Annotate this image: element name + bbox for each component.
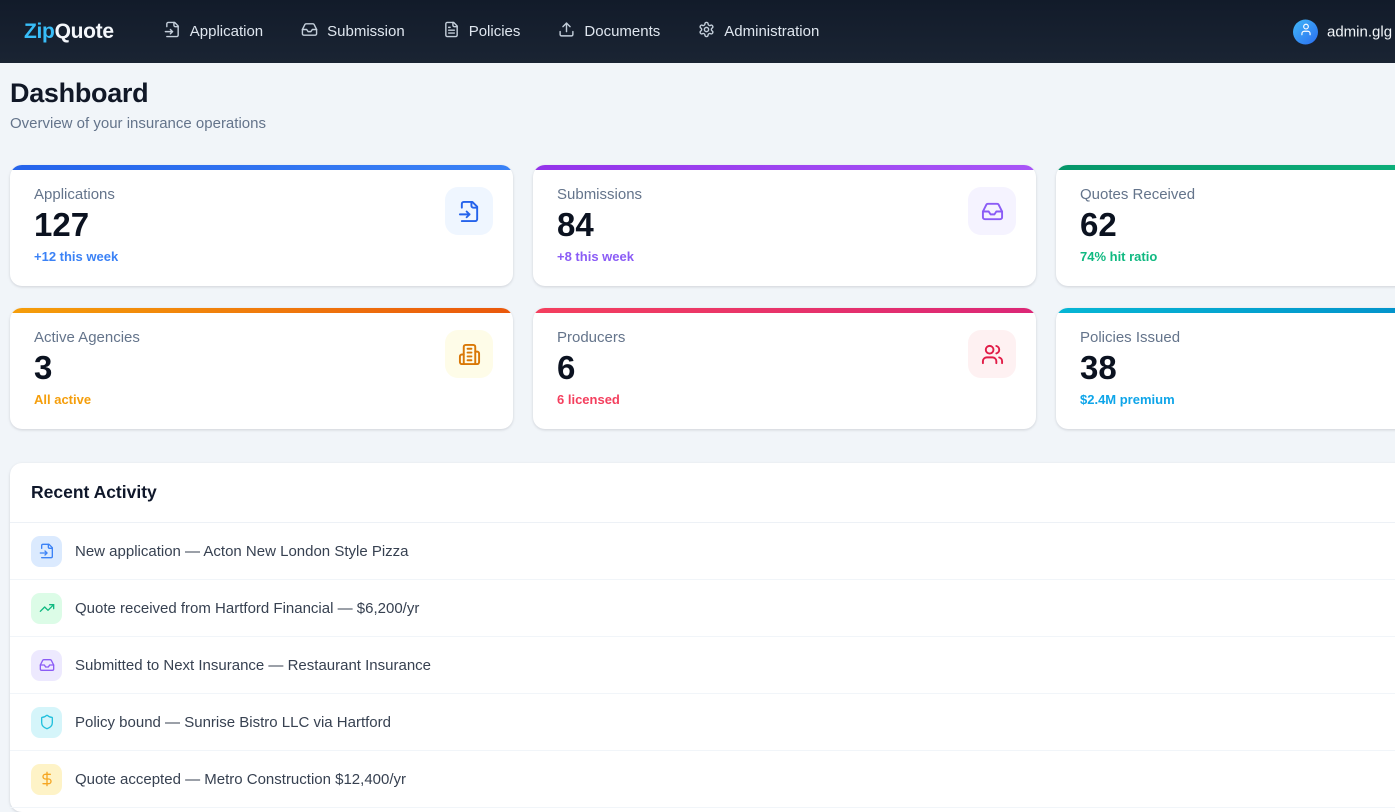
stats-grid: Applications 127 +12 this week Submissions 8… — [10, 165, 1395, 429]
stat-subtext: 6 licensed — [557, 392, 1012, 407]
building-icon — [445, 330, 493, 378]
users-icon — [968, 330, 1016, 378]
stat-value: 6 — [557, 350, 1012, 386]
stat-value: 3 — [34, 350, 489, 386]
activity-list: New application — Acton New London Style… — [10, 523, 1395, 808]
dollar-icon — [31, 764, 62, 795]
trending-up-icon — [31, 593, 62, 624]
stat-card-quotes-received: Quotes Received 62 74% hit ratio — [1056, 165, 1395, 286]
stat-label: Applications — [34, 186, 489, 203]
activity-row: Policy bound — Sunrise Bistro LLC via Ha… — [10, 694, 1395, 751]
brand-logo-zip: Zip — [24, 20, 55, 43]
stat-accent-strip — [1056, 308, 1395, 313]
activity-text: New application — Acton New London Style… — [75, 543, 409, 560]
stat-label: Active Agencies — [34, 329, 489, 346]
upload-icon — [558, 21, 575, 42]
stat-label: Producers — [557, 329, 1012, 346]
nav-item-submission[interactable]: Submission — [301, 21, 405, 42]
stat-accent-strip — [10, 308, 513, 313]
stat-accent-strip — [1056, 165, 1395, 170]
stat-card-policies-issued: Policies Issued 38 $2.4M premium — [1056, 308, 1395, 429]
nav-item-label: Policies — [469, 23, 521, 40]
stat-accent-strip — [533, 165, 1036, 170]
nav-items: Application Submission Policies Documents Ad… — [164, 21, 820, 42]
brand-logo-quote: Quote — [55, 20, 114, 43]
stat-label: Quotes Received — [1080, 186, 1395, 203]
avatar — [1293, 19, 1318, 44]
stat-subtext: +12 this week — [34, 249, 489, 264]
inbox-icon — [301, 21, 318, 42]
activity-text: Quote received from Hartford Financial —… — [75, 600, 419, 617]
activity-text: Policy bound — Sunrise Bistro LLC via Ha… — [75, 714, 391, 731]
activity-text: Submitted to Next Insurance — Restaurant… — [75, 657, 431, 674]
stat-card-submissions: Submissions 84 +8 this week — [533, 165, 1036, 286]
stat-value: 127 — [34, 207, 489, 243]
shield-icon — [31, 707, 62, 738]
nav-item-label: Administration — [724, 23, 819, 40]
stat-subtext: 74% hit ratio — [1080, 249, 1395, 264]
main-content: Dashboard Overview of your insurance ope… — [0, 63, 1395, 812]
nav-item-documents[interactable]: Documents — [558, 21, 660, 42]
activity-row: Quote accepted — Metro Construction $12,… — [10, 751, 1395, 808]
inbox-icon — [31, 650, 62, 681]
user-name: admin.glg — [1327, 23, 1392, 40]
stat-card-producers: Producers 6 6 licensed — [533, 308, 1036, 429]
user-menu[interactable]: admin.glg — [1293, 19, 1392, 44]
stat-label: Policies Issued — [1080, 329, 1395, 346]
stat-value: 38 — [1080, 350, 1395, 386]
stat-card-applications: Applications 127 +12 this week — [10, 165, 513, 286]
stat-subtext: +8 this week — [557, 249, 1012, 264]
stat-card-active-agencies: Active Agencies 3 All active — [10, 308, 513, 429]
brand-logo[interactable]: ZipQuote — [24, 20, 114, 44]
nav-item-label: Submission — [327, 23, 405, 40]
recent-activity-panel: Recent Activity New application — Acton … — [10, 463, 1395, 812]
nav-item-administration[interactable]: Administration — [698, 21, 819, 42]
gear-icon — [698, 21, 715, 42]
file-input-icon — [164, 21, 181, 42]
nav-item-label: Application — [190, 23, 263, 40]
stat-value: 84 — [557, 207, 1012, 243]
page-title: Dashboard — [10, 78, 1395, 109]
stat-subtext: $2.4M premium — [1080, 392, 1395, 407]
stat-label: Submissions — [557, 186, 1012, 203]
top-nav: ZipQuote Application Submission Policies Do… — [0, 0, 1395, 63]
recent-activity-title: Recent Activity — [10, 463, 1395, 523]
nav-item-policies[interactable]: Policies — [443, 21, 521, 42]
stat-accent-strip — [533, 308, 1036, 313]
file-input-icon — [445, 187, 493, 235]
page-subtitle: Overview of your insurance operations — [10, 115, 1395, 132]
file-input-icon — [31, 536, 62, 567]
user-icon — [1299, 22, 1313, 41]
inbox-icon — [968, 187, 1016, 235]
file-text-icon — [443, 21, 460, 42]
activity-row: Quote received from Hartford Financial —… — [10, 580, 1395, 637]
activity-row: Submitted to Next Insurance — Restaurant… — [10, 637, 1395, 694]
activity-text: Quote accepted — Metro Construction $12,… — [75, 771, 406, 788]
nav-item-application[interactable]: Application — [164, 21, 263, 42]
stat-value: 62 — [1080, 207, 1395, 243]
stat-accent-strip — [10, 165, 513, 170]
nav-item-label: Documents — [584, 23, 660, 40]
activity-row: New application — Acton New London Style… — [10, 523, 1395, 580]
stat-subtext: All active — [34, 392, 489, 407]
